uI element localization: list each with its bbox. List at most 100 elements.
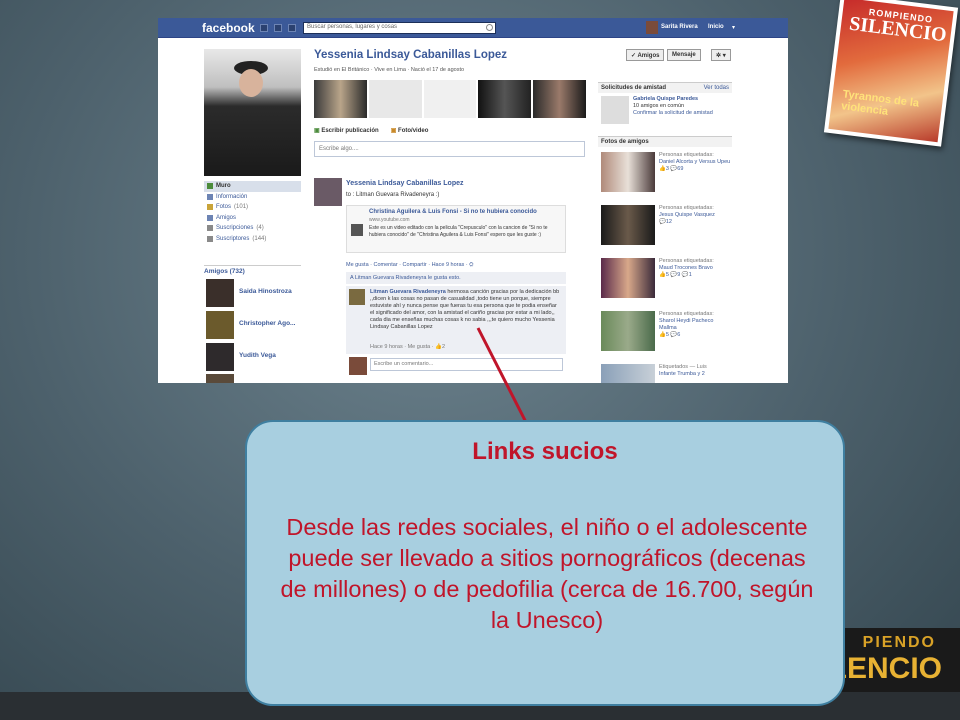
photo-icon: ▣ — [390, 128, 397, 134]
messages-icon[interactable] — [274, 24, 282, 32]
comment-author[interactable]: Litman Guevara Rivadeneyra — [370, 289, 446, 295]
facebook-screenshot: facebook Buscar personas, lugares y cosa… — [158, 18, 788, 383]
request-name[interactable]: Gabriela Quispe Paredes — [633, 96, 731, 103]
profile-info: Estudió en El Británico · Vive en Lima ·… — [314, 67, 465, 73]
nav-item-fotos[interactable]: Fotos (101) — [204, 202, 301, 213]
post-author[interactable]: Yessenia Lindsay Cabanillas Lopez — [346, 180, 464, 187]
shared-link-card[interactable]: Christina Aguilera & Luis Fonsi - Si no … — [346, 205, 566, 253]
info-icon — [207, 193, 213, 200]
nav-item-suscripciones[interactable]: Suscripciones (4) — [204, 223, 301, 234]
friend-requests-title: Solicitudes de amistad — [601, 85, 667, 91]
notifications-icon[interactable] — [288, 24, 296, 32]
profile-picture[interactable] — [204, 49, 301, 176]
friends-header[interactable]: Amigos (732) — [204, 265, 301, 275]
request-avatar[interactable] — [601, 96, 629, 124]
play-icon[interactable] — [351, 224, 363, 236]
comment-input[interactable]: Escribe un comentario... — [370, 358, 563, 371]
tagged-people[interactable]: Daniel Alcorta y Versus Upeu — [659, 159, 731, 166]
friend-requests-header: Solicitudes de amistad Ver todas — [598, 82, 732, 93]
photo-stats[interactable]: 👍3 💬69 — [659, 166, 731, 173]
nav-item-amigos[interactable]: Amigos — [204, 213, 301, 224]
friend-item[interactable]: Yudith Vega — [206, 343, 301, 371]
link-description: Este es un video editado con la pelicula… — [369, 225, 548, 238]
likes-text: A Litman Guevara Rivadeneyra le gusta es… — [350, 275, 461, 281]
friend-item[interactable]: Saida Hinostroza — [206, 279, 301, 307]
friend-request: Gabriela Quispe Paredes 10 amigos en com… — [633, 96, 731, 117]
write-post-label: Escribir publicación — [321, 128, 379, 134]
confirm-request-link[interactable]: Confirmar la solicitud de amistad — [633, 110, 731, 117]
photo-stats[interactable]: 👍5 💬6 — [659, 332, 731, 339]
composer-tabs: ▣ Escribir publicación ▣ Foto/video — [314, 127, 428, 134]
callout-box: Links sucios Desde las redes sociales, e… — [245, 420, 845, 706]
magazine-cover-art: ROMPIENDO SILENCIO Tyrannos de la violen… — [828, 0, 954, 143]
user-avatar[interactable] — [646, 21, 658, 34]
post-actions[interactable]: Me gusta · Comentar · Compartir · Hace 9… — [346, 262, 474, 269]
photo-stats[interactable]: 💬12 — [659, 219, 731, 226]
photo-stats[interactable]: 👍5 💬9 💬1 — [659, 272, 731, 279]
settings-button[interactable]: ✲ ▾ — [711, 49, 731, 61]
friend-photo[interactable] — [601, 258, 655, 298]
tagged-people[interactable]: Infante Trumba y 2 — [659, 371, 731, 378]
friend-photo[interactable] — [601, 152, 655, 192]
nav-label: Fotos — [216, 204, 232, 211]
friends-photos-header: Fotos de amigos — [598, 136, 732, 147]
write-post-tab[interactable]: ▣ Escribir publicación — [314, 127, 379, 134]
facebook-logo[interactable]: facebook — [202, 21, 255, 35]
brand-bottom-text: LENCIO — [828, 652, 942, 685]
likes-summary: A Litman Guevara Rivadeneyra le gusta es… — [346, 272, 566, 284]
friend-photo-info: Personas etiquetadas: Daniel Alcorta y V… — [659, 152, 731, 173]
search-placeholder: Buscar personas, lugares y cosas — [307, 24, 398, 30]
friends-button[interactable]: ✓ Amigos — [626, 49, 665, 61]
account-menu-icon[interactable]: ▾ — [732, 24, 735, 31]
photo-video-tab[interactable]: ▣ Foto/video — [391, 127, 429, 134]
composer-input[interactable]: Escribe algo.... — [314, 141, 585, 157]
comment-meta[interactable]: Hace 9 horas · Me gusta · 👍2 — [370, 344, 445, 350]
profile-nav: Muro Información Fotos (101) Amigos Suscr… — [204, 181, 301, 244]
studied-info: Estudió en El Británico — [314, 67, 370, 73]
nav-item-muro[interactable]: Muro — [204, 181, 301, 192]
friend-photo[interactable] — [601, 205, 655, 245]
tagged-people[interactable]: Sharol Heydi Pacheco Mallma — [659, 318, 731, 332]
comment-body: Litman Guevara Rivadeneyra hermosa canci… — [370, 289, 560, 331]
reply-avatar — [349, 357, 367, 375]
friend-avatar — [206, 311, 234, 339]
nav-item-informacion[interactable]: Información — [204, 192, 301, 203]
strip-photo[interactable] — [423, 80, 477, 118]
friend-avatar — [206, 279, 234, 307]
post-author-avatar[interactable] — [314, 178, 342, 206]
nav-count: (4) — [256, 225, 264, 232]
user-name-link[interactable]: Sarita Rivera — [661, 24, 698, 30]
lives-info: Vive en Lima — [374, 67, 406, 73]
search-icon[interactable] — [486, 24, 493, 31]
friend-item[interactable]: Christopher Ago... — [206, 311, 301, 339]
born-info: Nació el 17 de agosto — [410, 67, 465, 73]
friend-item[interactable] — [206, 374, 301, 383]
link-url: www.youtube.com — [369, 217, 410, 223]
home-link[interactable]: Inicio — [708, 24, 724, 30]
see-all-link[interactable]: Ver todas — [704, 85, 729, 91]
wall-icon — [207, 183, 213, 190]
profile-name[interactable]: Yessenia Lindsay Cabanillas Lopez — [314, 49, 507, 61]
friend-requests-icon[interactable] — [260, 24, 268, 32]
strip-photo[interactable] — [368, 80, 422, 118]
strip-photo[interactable] — [533, 80, 586, 118]
nav-label: Muro — [216, 183, 231, 190]
friend-avatar — [206, 343, 234, 371]
post-recipient: to : Litman Guevara Rivadeneyra :) — [346, 192, 440, 198]
tagged-people[interactable]: Maud Trocones Bravo — [659, 265, 731, 272]
friend-name: Yudith Vega — [239, 352, 276, 359]
callout-title: Links sucios — [472, 438, 618, 465]
strip-photo[interactable] — [478, 80, 532, 118]
search-input[interactable]: Buscar personas, lugares y cosas — [303, 22, 496, 34]
nav-item-suscriptores[interactable]: Suscriptores (144) — [204, 234, 301, 245]
profile-picture-face — [239, 69, 263, 97]
subscriptions-icon — [207, 225, 213, 232]
link-title[interactable]: Christina Aguilera & Luis Fonsi - Si no … — [369, 209, 537, 215]
comment-avatar[interactable] — [349, 289, 365, 305]
strip-photo[interactable] — [314, 80, 367, 118]
tagged-people[interactable]: Jesus Quispe Vasquez — [659, 212, 731, 219]
friend-photo[interactable] — [601, 364, 655, 383]
friend-photo[interactable] — [601, 311, 655, 351]
photo-video-label: Foto/video — [398, 128, 429, 134]
message-button[interactable]: Mensaje — [667, 49, 701, 61]
